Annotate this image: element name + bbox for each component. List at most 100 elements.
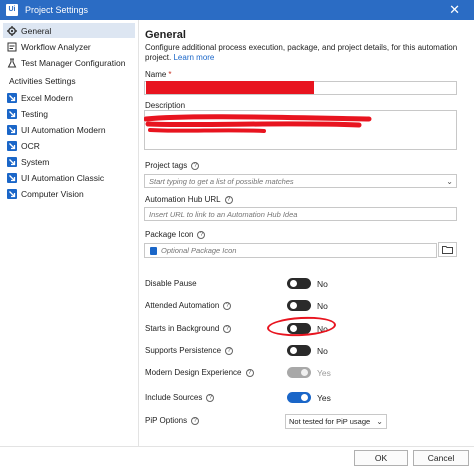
modern-design-value: Yes: [317, 368, 331, 378]
project-tags-input[interactable]: ⌄: [144, 174, 457, 188]
hub-url-label: Automation Hub URL?: [145, 195, 233, 204]
modern-design-label-text: Modern Design Experience: [145, 368, 242, 377]
activities-settings-heading: Activities Settings: [9, 76, 76, 86]
supports-persistence-value: No: [317, 346, 328, 356]
help-icon[interactable]: ?: [223, 301, 232, 310]
sidebar-item-computer-vision[interactable]: Computer Vision: [3, 186, 135, 201]
sidebar-item-label: System: [21, 156, 50, 167]
attended-automation-toggle[interactable]: [287, 300, 311, 311]
settings-sidebar: General Workflow Analyzer Test Manager C…: [0, 20, 139, 446]
project-tags-label: Project tags?: [145, 161, 200, 170]
supports-persistence-toggle[interactable]: [287, 345, 311, 356]
name-label: Name *: [145, 70, 171, 79]
ok-button[interactable]: OK: [354, 450, 408, 466]
hub-url-label-text: Automation Hub URL: [145, 195, 221, 204]
help-icon[interactable]: ?: [206, 393, 215, 402]
sidebar-item-label: Testing: [21, 108, 48, 119]
folder-icon: [442, 246, 453, 254]
hub-url-input[interactable]: [144, 207, 457, 221]
attended-automation-value: No: [317, 301, 328, 311]
activity-icon: [7, 108, 17, 119]
required-marker: *: [168, 70, 172, 79]
browse-folder-button[interactable]: [438, 242, 457, 257]
supports-persistence-label: Supports Persistence?: [145, 346, 234, 355]
include-sources-toggle[interactable]: [287, 392, 311, 403]
pip-options-label-text: PiP Options: [145, 416, 188, 425]
sidebar-item-label: Test Manager Configuration: [21, 57, 126, 68]
close-icon[interactable]: ✕: [449, 2, 460, 18]
pip-options-label: PiP Options?: [145, 416, 200, 425]
pip-options-select[interactable]: Not tested for PiP usage ⌄: [285, 414, 387, 429]
sidebar-item-label: Workflow Analyzer: [21, 41, 91, 52]
chevron-down-icon: ⌄: [376, 417, 383, 426]
include-sources-label: Include Sources?: [145, 393, 215, 402]
redaction-scribble: [144, 114, 372, 133]
attended-automation-label-text: Attended Automation: [145, 301, 220, 310]
disable-pause-value: No: [317, 279, 328, 289]
sidebar-item-ui-automation-modern[interactable]: UI Automation Modern: [3, 122, 135, 137]
pip-selected-value: Not tested for PiP usage: [289, 417, 371, 426]
panel-description: Configure additional process execution, …: [145, 43, 465, 63]
disable-pause-toggle[interactable]: [287, 278, 311, 289]
learn-more-link[interactable]: Learn more: [173, 53, 214, 62]
include-sources-label-text: Include Sources: [145, 393, 203, 402]
help-icon[interactable]: ?: [224, 195, 233, 204]
chevron-down-icon[interactable]: ⌄: [446, 177, 453, 186]
title-bar: Ui Project Settings ✕: [0, 0, 474, 20]
sidebar-item-test-manager[interactable]: Test Manager Configuration: [3, 55, 135, 70]
package-icon-label-text: Package Icon: [145, 230, 194, 239]
sidebar-item-label: Computer Vision: [21, 188, 84, 199]
workflow-analyzer-icon: [7, 42, 17, 52]
activity-icon: [7, 140, 17, 151]
package-icon-label: Package Icon?: [145, 230, 206, 239]
activity-icon: [7, 156, 17, 167]
sidebar-item-label: UI Automation Modern: [21, 124, 106, 135]
name-label-text: Name: [145, 70, 167, 79]
redaction-mark: [146, 81, 314, 94]
general-settings-panel: General Configure additional process exe…: [139, 20, 474, 446]
sidebar-item-workflow-analyzer[interactable]: Workflow Analyzer: [3, 39, 135, 54]
starts-in-background-label: Starts in Background?: [145, 324, 232, 333]
activity-icon: [7, 188, 17, 199]
starts-in-background-label-text: Starts in Background: [145, 324, 220, 333]
help-icon[interactable]: ?: [191, 161, 200, 170]
activity-icon: [7, 124, 17, 135]
attended-automation-label: Attended Automation?: [145, 301, 232, 310]
sidebar-item-label: UI Automation Classic: [21, 172, 105, 183]
project-tags-label-text: Project tags: [145, 161, 188, 170]
window-title: Project Settings: [25, 5, 89, 15]
modern-design-toggle: [287, 367, 311, 378]
help-icon[interactable]: ?: [245, 368, 254, 377]
test-manager-icon: [7, 58, 17, 68]
disable-pause-label: Disable Pause: [145, 279, 197, 288]
modern-design-label: Modern Design Experience?: [145, 368, 254, 377]
project-tags-field[interactable]: [145, 175, 456, 187]
sidebar-item-ocr[interactable]: OCR: [3, 138, 135, 153]
activity-icon: [7, 172, 17, 183]
sidebar-item-ui-automation-classic[interactable]: UI Automation Classic: [3, 170, 135, 185]
help-icon[interactable]: ?: [197, 230, 206, 239]
help-icon[interactable]: ?: [223, 324, 232, 333]
annotation-circle: [266, 315, 337, 338]
gear-icon: [7, 25, 17, 36]
sidebar-item-system[interactable]: System: [3, 154, 135, 169]
include-sources-value: Yes: [317, 393, 331, 403]
sidebar-item-label: Excel Modern: [21, 92, 73, 103]
cancel-button[interactable]: Cancel: [413, 450, 469, 466]
description-label: Description: [145, 101, 186, 110]
activity-icon: [7, 92, 17, 103]
sidebar-item-excel-modern[interactable]: Excel Modern: [3, 90, 135, 105]
sidebar-item-general[interactable]: General: [3, 23, 135, 38]
dialog-footer: OK Cancel: [0, 446, 474, 468]
page-title: General: [145, 29, 186, 41]
package-icon-preview-icon: [150, 247, 157, 255]
supports-persistence-label-text: Supports Persistence: [145, 346, 222, 355]
uipath-app-icon: Ui: [6, 4, 18, 16]
sidebar-item-testing[interactable]: Testing: [3, 106, 135, 121]
help-icon[interactable]: ?: [225, 346, 234, 355]
sidebar-item-label: General: [21, 25, 52, 36]
help-icon[interactable]: ?: [191, 416, 200, 425]
package-icon-input[interactable]: [144, 243, 437, 258]
package-icon-field[interactable]: [145, 244, 436, 257]
hub-url-field[interactable]: [145, 208, 456, 220]
